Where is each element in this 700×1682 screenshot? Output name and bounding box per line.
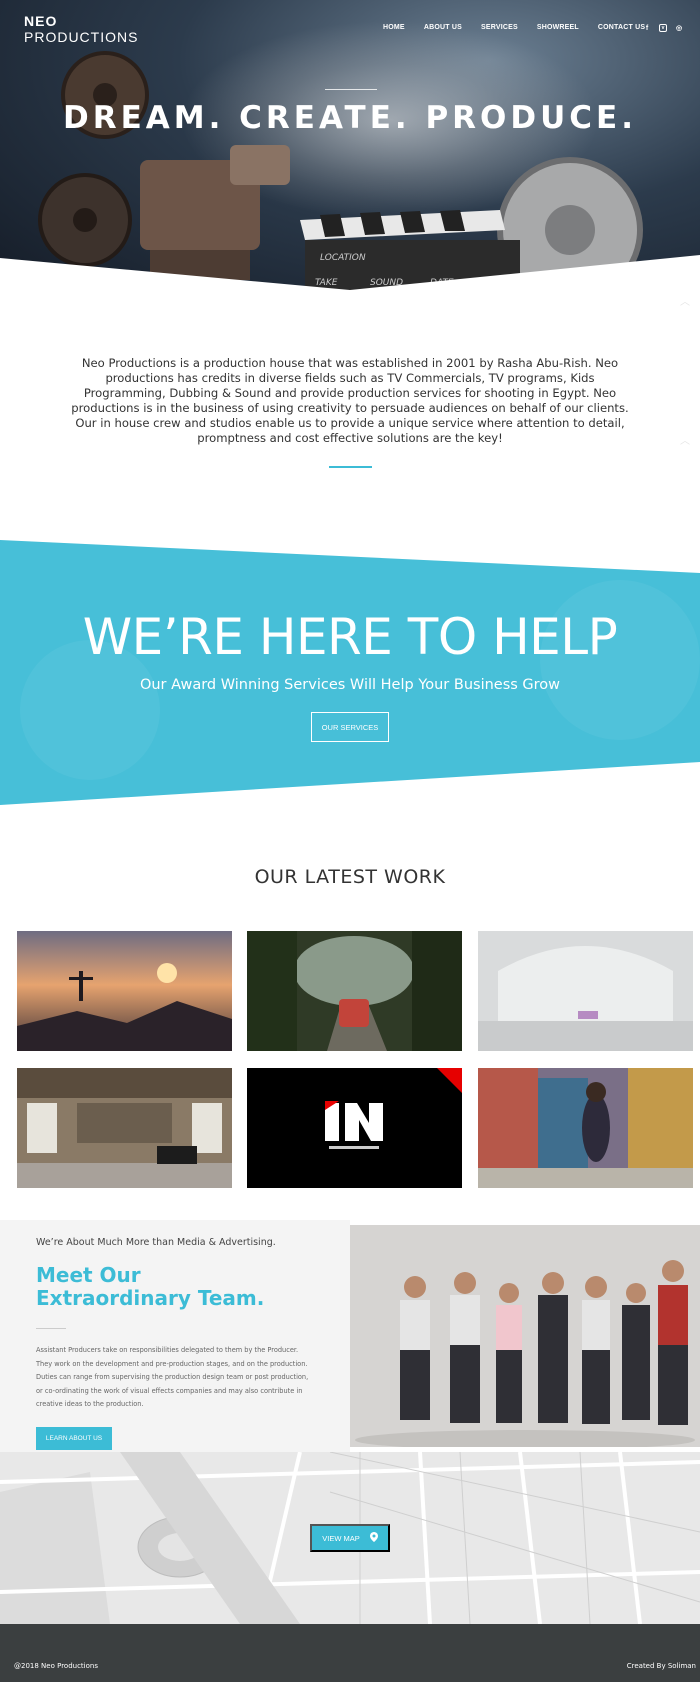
intro-paragraph: Neo Productions is a production house th… (71, 356, 629, 445)
social-links: f v ◎ (643, 24, 683, 32)
help-band-background (0, 540, 700, 805)
facebook-icon[interactable]: f (643, 24, 651, 32)
team-body: Assistant Producers take on responsibili… (36, 1346, 309, 1408)
nav-services[interactable]: SERVICES (481, 24, 518, 31)
hero-divider (325, 89, 377, 90)
latest-work-title: OUR LATEST WORK (254, 866, 446, 888)
team-section (0, 1220, 350, 1452)
team-photo (350, 1225, 700, 1447)
team-title: Meet Our Extraordinary Team. (36, 1263, 265, 1310)
main-nav: HOME ABOUT US SERVICES SHOWREEL CONTACT … (383, 24, 664, 31)
nav-home[interactable]: HOME (383, 24, 405, 31)
learn-about-us-button[interactable]: LEARN ABOUT US (36, 1427, 112, 1450)
work-thumbnail-in-logo[interactable] (247, 1068, 462, 1188)
brand-logo-line1: NEO (24, 13, 58, 29)
team-eyebrow: We’re About Much More than Media & Adver… (36, 1237, 276, 1248)
view-map-button[interactable]: VIEW MAP (310, 1524, 390, 1552)
work-thumbnail-rio-sunset[interactable] (17, 931, 232, 1051)
map-pin-icon (369, 1532, 378, 1544)
hero-angled-edge (0, 255, 700, 300)
nav-contact-us[interactable]: CONTACT US (598, 24, 645, 31)
work-thumbnail-mural-woman[interactable] (478, 1068, 693, 1188)
scroll-up-icon-secondary[interactable]: ︿ (680, 432, 690, 447)
footer-credit: Created By Soliman (626, 1662, 696, 1670)
instagram-icon[interactable]: ◎ (675, 24, 683, 32)
help-title: WE’RE HERE TO HELP (82, 608, 618, 666)
footer: @2018 Neo Productions Created By Soliman (0, 1624, 700, 1682)
work-thumbnail-forest-bus[interactable] (247, 931, 462, 1051)
brand-logo[interactable]: NEO PRODUCTIONS (24, 14, 138, 44)
nav-showreel[interactable]: SHOWREEL (537, 24, 579, 31)
our-services-button[interactable]: OUR SERVICES (311, 712, 389, 742)
footer-copyright: @2018 Neo Productions (14, 1662, 98, 1670)
scroll-up-icon[interactable]: ︿ (680, 293, 690, 308)
team-divider (36, 1328, 66, 1329)
intro-divider (329, 466, 372, 468)
view-map-label: VIEW MAP (322, 1533, 360, 1543)
brand-logo-line2: PRODUCTIONS (24, 29, 139, 45)
help-subtitle: Our Award Winning Services Will Help You… (139, 677, 561, 693)
hero-section: LOCATION TAKE SOUND DATE (0, 0, 700, 300)
work-thumbnail-classic-room[interactable] (17, 1068, 232, 1188)
work-thumbnail-white-hall[interactable] (478, 931, 693, 1051)
nav-about-us[interactable]: ABOUT US (424, 24, 462, 31)
vimeo-icon[interactable]: v (659, 24, 667, 32)
hero-title: DREAM. CREATE. PRODUCE. (62, 100, 637, 136)
